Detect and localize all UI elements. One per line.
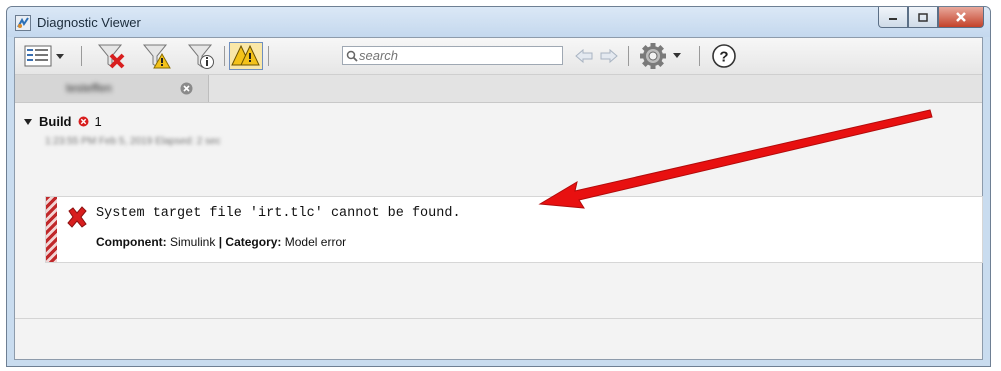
error-count-icon bbox=[78, 116, 88, 127]
close-icon bbox=[956, 12, 966, 22]
filter-errors-button[interactable] bbox=[94, 42, 128, 70]
error-count: 1 bbox=[94, 114, 102, 129]
search-icon bbox=[346, 50, 358, 62]
app-icon bbox=[15, 15, 31, 31]
collapse-triangle-icon[interactable] bbox=[23, 117, 33, 127]
search-input[interactable] bbox=[359, 47, 559, 64]
build-group-header[interactable]: Build 1 bbox=[23, 114, 102, 129]
svg-text:?: ? bbox=[719, 49, 728, 66]
client-area: ? testeffen Build bbox=[14, 37, 983, 360]
build-timestamp: 1:23:55 PM Feb 5, 2019 Elapsed: 2 sec bbox=[45, 136, 221, 147]
minimize-button[interactable] bbox=[878, 7, 908, 28]
search-box[interactable] bbox=[342, 46, 563, 65]
filter-info-button[interactable] bbox=[184, 42, 218, 70]
window-title: Diagnostic Viewer bbox=[37, 15, 141, 30]
toolbar: ? bbox=[15, 38, 982, 75]
forward-arrow-icon bbox=[600, 48, 618, 64]
tab-label: testeffen bbox=[66, 81, 112, 95]
filter-errors-icon bbox=[97, 44, 125, 69]
minimize-icon bbox=[889, 18, 897, 20]
list-divider bbox=[15, 318, 982, 319]
filter-info-icon bbox=[187, 44, 214, 69]
maximize-icon bbox=[918, 12, 928, 22]
settings-gear-icon bbox=[640, 43, 681, 69]
highlight-warnings-button[interactable] bbox=[229, 42, 263, 70]
back-arrow-icon bbox=[575, 48, 593, 64]
diagnostic-viewer-window: Diagnostic Viewer search ? testeffen Bui… bbox=[6, 6, 991, 367]
tab-close-icon[interactable] bbox=[180, 82, 193, 95]
error-message-row[interactable]: System target file 'irt.tlc' cannot be f… bbox=[45, 196, 983, 263]
error-meta: Component: Simulink | Category: Model er… bbox=[96, 235, 346, 249]
help-icon: ? bbox=[712, 44, 736, 68]
filter-warnings-button[interactable] bbox=[139, 42, 173, 70]
component-value[interactable]: Simulink bbox=[170, 235, 215, 249]
error-stripe bbox=[46, 197, 57, 262]
error-x-icon bbox=[67, 206, 87, 228]
title-bar[interactable]: Diagnostic Viewer bbox=[7, 7, 990, 37]
view-options-button[interactable] bbox=[22, 42, 70, 70]
component-label: Component: bbox=[96, 235, 167, 249]
highlight-warnings-icon bbox=[231, 44, 260, 66]
tab-model[interactable]: testeffen bbox=[15, 75, 209, 102]
filter-warnings-icon bbox=[142, 44, 171, 69]
category-value: Model error bbox=[284, 235, 347, 249]
category-label: Category: bbox=[225, 235, 282, 249]
help-button[interactable]: ? bbox=[709, 42, 739, 70]
close-button[interactable] bbox=[938, 7, 984, 28]
forward-button[interactable] bbox=[598, 42, 620, 70]
settings-button[interactable] bbox=[638, 42, 690, 70]
meta-separator: | bbox=[218, 235, 223, 249]
view-options-icon bbox=[24, 45, 64, 67]
diagnostics-list: Build 1 1:23:55 PM Feb 5, 2019 Elapsed: … bbox=[15, 103, 983, 359]
build-label: Build bbox=[39, 114, 72, 129]
back-button[interactable] bbox=[573, 42, 595, 70]
error-message-text: System target file 'irt.tlc' cannot be f… bbox=[96, 206, 461, 221]
tab-bar: testeffen bbox=[15, 75, 982, 103]
maximize-button[interactable] bbox=[908, 7, 938, 28]
